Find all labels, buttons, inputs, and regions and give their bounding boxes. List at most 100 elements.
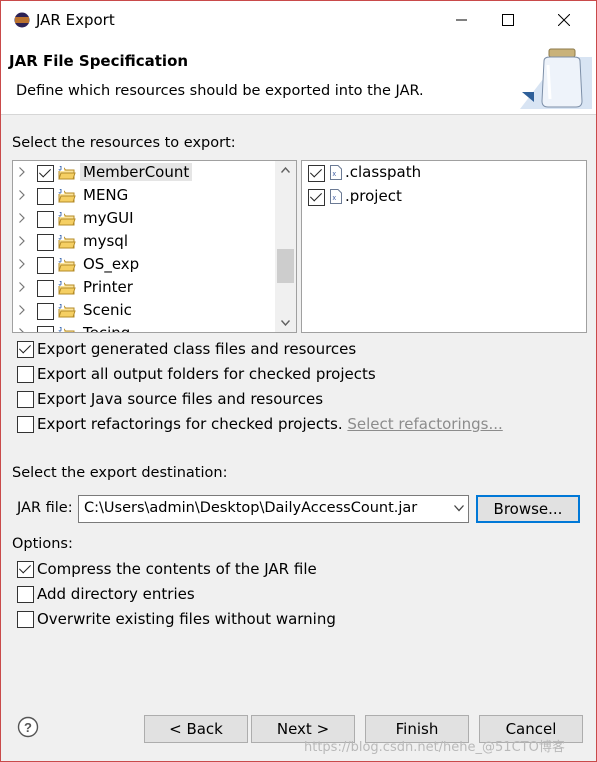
file-list[interactable]: x .classpath x .project: [301, 160, 587, 333]
project-checkbox[interactable]: [37, 211, 54, 228]
file-name: .project: [345, 187, 402, 205]
xml-file-icon: x: [330, 165, 342, 180]
chevron-down-icon: [281, 320, 290, 326]
compress-label: Compress the contents of the JAR file: [37, 560, 317, 578]
svg-text:J: J: [59, 190, 62, 196]
watermark: https://blog.csdn.net/hehe_@51CTO博客: [304, 740, 565, 755]
project-name: MENG: [83, 186, 129, 204]
project-checkbox[interactable]: [37, 257, 54, 274]
tree-item-membercount[interactable]: J MemberCount: [13, 162, 275, 184]
project-name: mysql: [83, 232, 128, 250]
svg-text:x: x: [333, 195, 337, 202]
java-project-folder-icon: J: [58, 165, 76, 180]
back-button[interactable]: < Back: [144, 715, 248, 743]
svg-text:J: J: [59, 282, 62, 288]
options-label: Options:: [12, 536, 73, 552]
window-title: JAR Export: [36, 11, 115, 29]
java-project-folder-icon: J: [58, 280, 76, 295]
chevron-right-icon[interactable]: [19, 282, 25, 292]
jar-export-dialog: JAR Export JAR File Specification Define…: [0, 0, 597, 762]
tree-item-os-exp[interactable]: J OS_exp: [13, 254, 275, 276]
export-java-source-checkbox[interactable]: [17, 391, 34, 408]
export-java-source-label: Export Java source files and resources: [37, 390, 324, 408]
project-name: Printer: [83, 278, 133, 296]
eclipse-icon: [14, 12, 30, 28]
svg-text:x: x: [333, 171, 337, 178]
file-item-project[interactable]: x .project: [302, 186, 586, 208]
project-checkbox[interactable]: [37, 188, 54, 205]
scroll-up-arrow[interactable]: [275, 161, 296, 179]
chevron-right-icon[interactable]: [19, 236, 25, 246]
maximize-button[interactable]: [485, 1, 531, 38]
svg-text:J: J: [59, 236, 62, 242]
java-project-folder-icon: J: [58, 303, 76, 318]
tree-item-printer[interactable]: J Printer: [13, 277, 275, 299]
tree-item-mygui[interactable]: JmyGUI: [13, 208, 275, 230]
export-generated-checkbox[interactable]: [17, 341, 34, 358]
scroll-down-arrow[interactable]: [275, 314, 296, 332]
svg-text:J: J: [59, 328, 62, 334]
project-checkbox[interactable]: [37, 234, 54, 251]
close-button[interactable]: [541, 1, 587, 38]
select-refactorings-link[interactable]: Select refactorings...: [347, 415, 502, 433]
tree-scrollbar[interactable]: [275, 161, 296, 332]
svg-text:J: J: [59, 305, 62, 311]
export-generated-label: Export generated class files and resourc…: [37, 340, 357, 358]
svg-text:J: J: [59, 167, 62, 173]
project-checkbox[interactable]: [37, 303, 54, 320]
scroll-thumb[interactable]: [277, 249, 294, 283]
java-project-folder-icon: J: [58, 211, 76, 226]
chevron-right-icon[interactable]: [19, 190, 25, 200]
chevron-down-icon: [454, 505, 464, 512]
help-icon[interactable]: ?: [17, 716, 39, 738]
chevron-right-icon[interactable]: [19, 328, 25, 333]
maximize-icon: [502, 13, 514, 26]
jar-file-path: C:\Users\admin\Desktop\DailyAccessCount.…: [84, 500, 418, 516]
project-name: myGUI: [83, 209, 134, 227]
browse-button[interactable]: Browse...: [476, 495, 580, 523]
chevron-right-icon[interactable]: [19, 259, 25, 269]
file-checkbox[interactable]: [308, 189, 325, 206]
overwrite-checkbox[interactable]: [17, 611, 34, 628]
compress-checkbox[interactable]: [17, 561, 34, 578]
jar-icon: [520, 48, 592, 109]
minimize-icon: [455, 19, 467, 21]
close-icon: [558, 13, 570, 26]
chevron-right-icon[interactable]: [19, 213, 25, 223]
minimize-button[interactable]: [438, 1, 484, 38]
export-output-folders-checkbox[interactable]: [17, 366, 34, 383]
project-name: Tecing: [83, 324, 131, 333]
chevron-right-icon[interactable]: [19, 167, 25, 177]
resources-label: Select the resources to export:: [12, 135, 236, 151]
export-output-folders-label: Export all output folders for checked pr…: [37, 365, 376, 383]
page-title: JAR File Specification: [9, 52, 189, 70]
jar-file-combo[interactable]: C:\Users\admin\Desktop\DailyAccessCount.…: [78, 495, 469, 523]
xml-file-icon: x: [330, 189, 342, 204]
directory-entries-checkbox[interactable]: [17, 586, 34, 603]
title-bar: JAR Export: [1, 1, 596, 38]
project-checkbox[interactable]: [37, 165, 54, 182]
header-banner: JAR File Specification Define which reso…: [1, 38, 596, 115]
java-project-folder-icon: J: [58, 257, 76, 272]
file-item-classpath[interactable]: x .classpath: [302, 162, 586, 184]
project-tree[interactable]: J MemberCount J MENG JmyGUI Jmysql J OS_exp J Pri…: [12, 160, 297, 333]
page-description: Define which resources should be exporte…: [16, 83, 424, 99]
tree-item-tecing[interactable]: J Tecing: [13, 323, 275, 334]
project-checkbox[interactable]: [37, 280, 54, 297]
java-project-folder-icon: J: [58, 234, 76, 249]
export-refactorings-checkbox[interactable]: [17, 416, 34, 433]
directory-entries-label: Add directory entries: [37, 585, 195, 603]
project-checkbox[interactable]: [37, 326, 54, 332]
destination-label: Select the export destination:: [12, 465, 228, 481]
chevron-right-icon[interactable]: [19, 305, 25, 315]
jar-file-label: JAR file:: [17, 500, 73, 516]
tree-item-meng[interactable]: J MENG: [13, 185, 275, 207]
export-refactorings-text: Export refactorings for checked projects…: [37, 415, 503, 433]
project-name: OS_exp: [83, 255, 140, 273]
java-project-folder-icon: J: [58, 188, 76, 203]
project-name: Scenic: [83, 301, 132, 319]
tree-item-mysql[interactable]: Jmysql: [13, 231, 275, 253]
tree-item-scenic[interactable]: J Scenic: [13, 300, 275, 322]
chevron-up-icon: [281, 167, 290, 173]
file-checkbox[interactable]: [308, 165, 325, 182]
